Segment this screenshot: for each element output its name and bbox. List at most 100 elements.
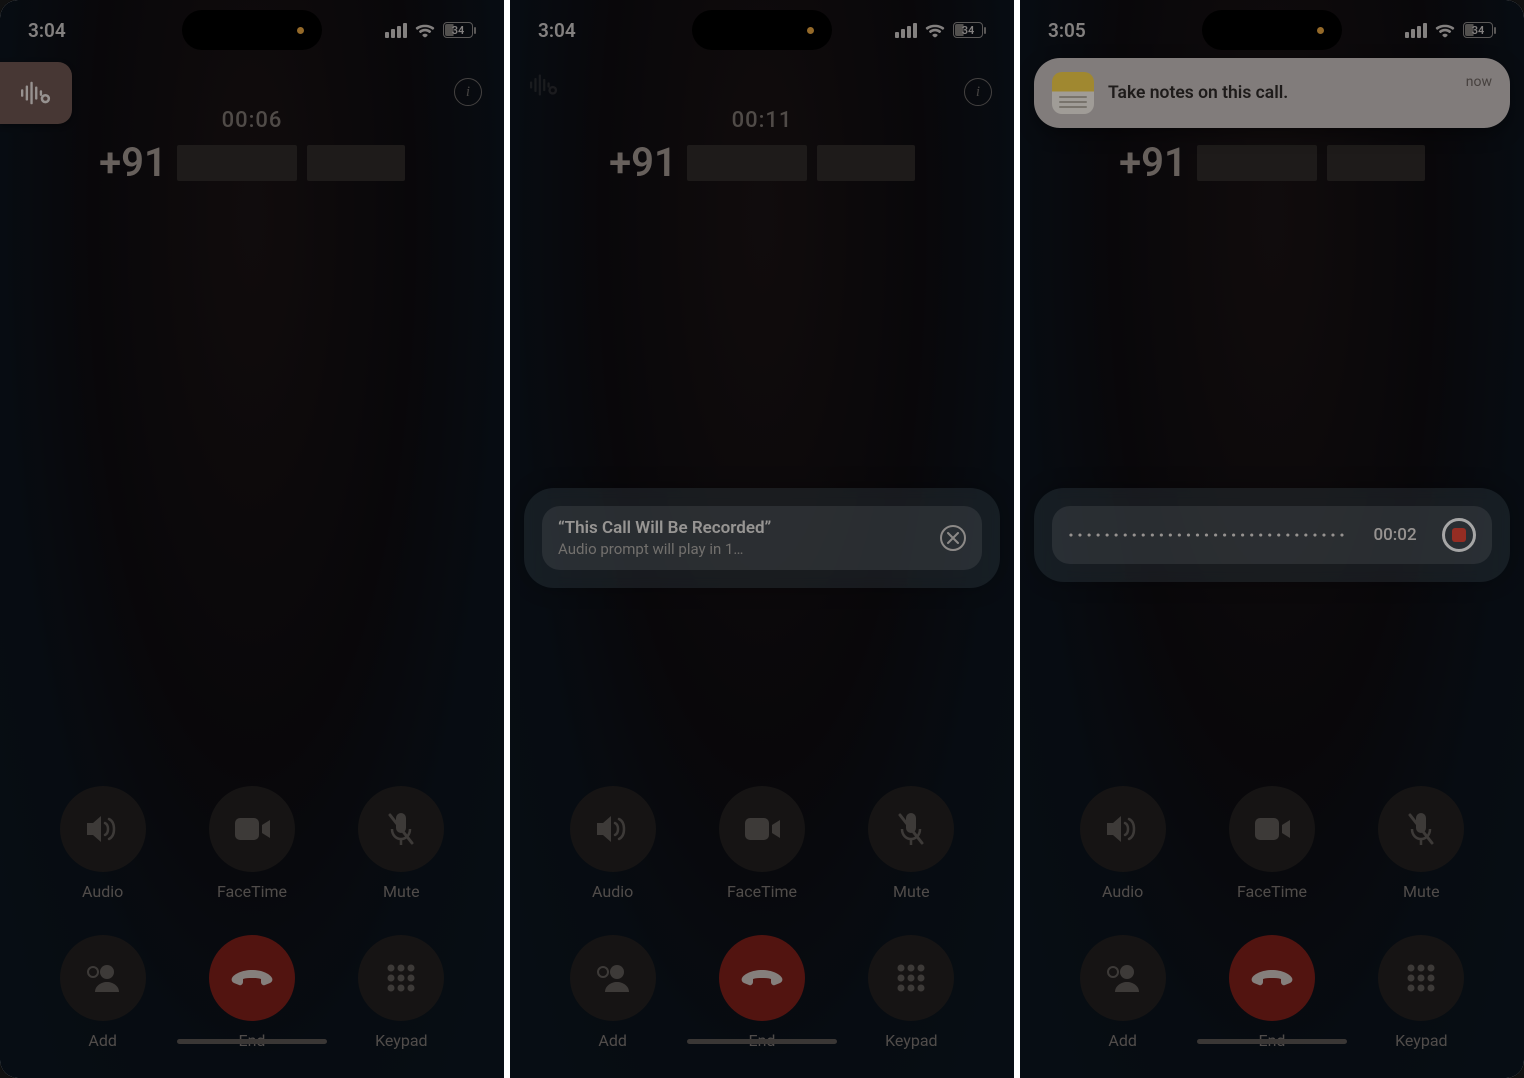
info-icon[interactable]: i	[454, 78, 482, 106]
call-controls: Audio FaceTime Mute Add End	[0, 786, 504, 1050]
add-button[interactable]: Add	[1080, 935, 1166, 1050]
notification-age: now	[1466, 74, 1492, 90]
add-button[interactable]: Add	[570, 935, 656, 1050]
cellular-signal-icon	[1405, 23, 1427, 38]
redacted-number-part	[687, 145, 807, 181]
video-icon	[1252, 815, 1292, 843]
keypad-button[interactable]: Keypad	[358, 935, 444, 1050]
end-call-icon	[740, 968, 784, 988]
info-icon[interactable]: i	[964, 78, 992, 106]
call-controls: Audio FaceTime Mute Add End	[1020, 786, 1524, 1050]
keypad-button[interactable]: Keypad	[868, 935, 954, 1050]
recording-prompt-card: “This Call Will Be Recorded” Audio promp…	[524, 488, 1000, 588]
speaker-icon	[593, 812, 633, 846]
dynamic-island	[692, 10, 832, 50]
keypad-icon	[385, 962, 417, 994]
battery-indicator: 34	[1463, 22, 1496, 38]
caller-number-row: +91	[1020, 139, 1524, 186]
keypad-icon	[895, 962, 927, 994]
redacted-number-part	[1197, 145, 1317, 181]
status-right-group: 34	[895, 22, 986, 38]
add-label: Add	[1108, 1031, 1136, 1050]
wifi-icon	[925, 23, 945, 38]
mute-icon	[1406, 811, 1436, 847]
redacted-number-part	[817, 145, 915, 181]
country-code: +91	[1119, 139, 1187, 186]
audio-button[interactable]: Audio	[570, 786, 656, 901]
status-time: 3:05	[1048, 19, 1086, 42]
end-call-icon	[1250, 968, 1294, 988]
facetime-button[interactable]: FaceTime	[1229, 786, 1315, 901]
keypad-button[interactable]: Keypad	[1378, 935, 1464, 1050]
notes-notification-banner[interactable]: Take notes on this call. now	[1034, 58, 1510, 128]
mute-label: Mute	[893, 882, 930, 901]
end-call-button[interactable]: End	[719, 935, 805, 1050]
redacted-number-part	[307, 145, 405, 181]
recording-indicator-dot	[297, 27, 304, 34]
video-icon	[232, 815, 272, 843]
status-time: 3:04	[28, 19, 66, 42]
notification-text: Take notes on this call.	[1108, 83, 1452, 103]
end-call-button[interactable]: End	[1229, 935, 1315, 1050]
phone-screen-3: 3:05 34 00:17 +91	[1020, 0, 1524, 1078]
add-button[interactable]: Add	[60, 935, 146, 1050]
facetime-button[interactable]: FaceTime	[719, 786, 805, 901]
redacted-number-part	[177, 145, 297, 181]
waveform-visualizer: ·······························	[1068, 523, 1348, 547]
status-bar: 3:04 34	[510, 0, 1014, 48]
caller-number-row: +91	[510, 139, 1014, 186]
keypad-label: Keypad	[885, 1031, 938, 1050]
waveform-icon-faded	[530, 74, 558, 100]
home-indicator[interactable]	[177, 1039, 327, 1044]
stop-recording-button[interactable]	[1442, 518, 1476, 552]
facetime-label: FaceTime	[727, 882, 797, 901]
speaker-icon	[83, 812, 123, 846]
facetime-label: FaceTime	[217, 882, 287, 901]
end-call-icon	[230, 968, 274, 988]
recording-indicator-dot	[1317, 27, 1324, 34]
home-indicator[interactable]	[1197, 1039, 1347, 1044]
dynamic-island	[1202, 10, 1342, 50]
dynamic-island	[182, 10, 322, 50]
mute-button[interactable]: Mute	[1378, 786, 1464, 901]
recording-prompt-inner: “This Call Will Be Recorded” Audio promp…	[542, 506, 982, 570]
facetime-button[interactable]: FaceTime	[209, 786, 295, 901]
redacted-number-part	[1327, 145, 1425, 181]
home-indicator[interactable]	[687, 1039, 837, 1044]
battery-level: 34	[953, 22, 983, 38]
recording-prompt-texts: “This Call Will Be Recorded” Audio promp…	[558, 518, 771, 558]
audio-label: Audio	[1102, 882, 1143, 901]
recording-status-card: ······························· 00:02	[1034, 488, 1510, 582]
add-person-icon	[595, 962, 631, 994]
call-controls: Audio FaceTime Mute Add End	[510, 786, 1014, 1050]
cancel-recording-button[interactable]	[940, 525, 966, 551]
stop-icon	[1452, 528, 1466, 542]
status-time: 3:04	[538, 19, 576, 42]
recording-prompt-title: “This Call Will Be Recorded”	[558, 518, 771, 538]
caller-number-row: +91	[0, 139, 504, 186]
status-right-group: 34	[385, 22, 476, 38]
call-timer: 00:11	[510, 108, 1014, 133]
battery-level: 34	[443, 22, 473, 38]
mute-icon	[386, 811, 416, 847]
add-label: Add	[88, 1031, 116, 1050]
mute-label: Mute	[1403, 882, 1440, 901]
call-header: 00:06 +91	[0, 108, 504, 186]
speaker-icon	[1103, 812, 1143, 846]
country-code: +91	[609, 139, 677, 186]
mute-button[interactable]: Mute	[358, 786, 444, 901]
status-right-group: 34	[1405, 22, 1496, 38]
mute-icon	[896, 811, 926, 847]
audio-button[interactable]: Audio	[60, 786, 146, 901]
wifi-icon	[415, 23, 435, 38]
three-screenshot-row: 3:04 34 i	[0, 0, 1524, 1078]
add-label: Add	[598, 1031, 626, 1050]
video-icon	[742, 815, 782, 843]
audio-label: Audio	[592, 882, 633, 901]
keypad-label: Keypad	[1395, 1031, 1448, 1050]
audio-button[interactable]: Audio	[1080, 786, 1166, 901]
audio-label: Audio	[82, 882, 123, 901]
battery-level: 34	[1463, 22, 1493, 38]
end-call-button[interactable]: End	[209, 935, 295, 1050]
mute-button[interactable]: Mute	[868, 786, 954, 901]
